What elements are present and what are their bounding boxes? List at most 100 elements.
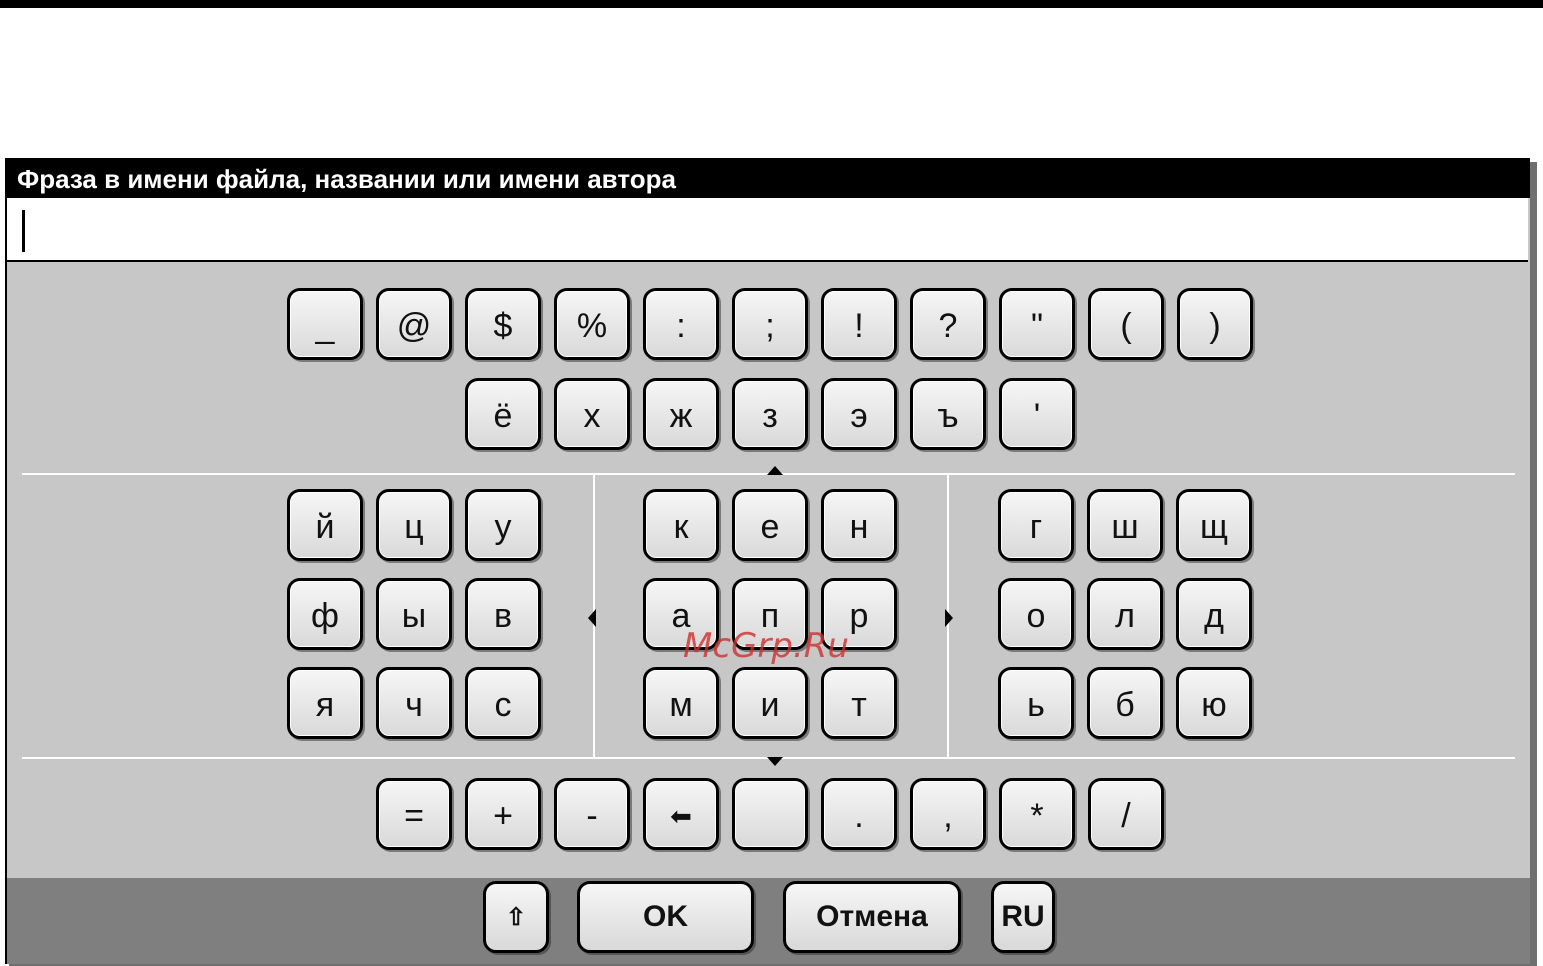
key-label: @ (396, 307, 432, 345)
keyboard-key[interactable]: ё (465, 378, 541, 450)
keyboard-key[interactable]: _ (287, 288, 363, 360)
key-label: + (493, 797, 513, 835)
keyboard-key[interactable]: з (732, 378, 808, 450)
arrow-right-icon (945, 609, 953, 627)
shift-button[interactable]: ⇧ (483, 881, 549, 953)
keyboard-key[interactable]: / (1088, 778, 1164, 850)
key-label: к (673, 508, 689, 546)
key-label: ф (311, 597, 339, 635)
keyboard-key[interactable]: ж (643, 378, 719, 450)
keyboard-key[interactable]: в (465, 578, 541, 650)
keyboard-key[interactable]: ф (287, 578, 363, 650)
key-label: . (854, 797, 864, 835)
keyboard-key[interactable]: г (998, 489, 1074, 561)
key-label: ы (401, 597, 427, 635)
key-label: д (1204, 597, 1224, 635)
top-border (0, 0, 1543, 8)
key-label: о (1026, 597, 1046, 635)
key-label: : (676, 307, 686, 345)
key-label: * (1030, 797, 1044, 835)
keyboard-key[interactable]: ) (1177, 288, 1253, 360)
keyboard-key[interactable]: ч (376, 667, 452, 739)
key-label: ц (404, 508, 424, 546)
keyboard-key[interactable]: ! (821, 288, 897, 360)
keyboard-key[interactable]: $ (465, 288, 541, 360)
keyboard-key[interactable]: л (1087, 578, 1163, 650)
keyboard-key[interactable]: , (910, 778, 986, 850)
key-label: ' (1033, 397, 1041, 435)
ok-button[interactable]: OK (577, 881, 754, 953)
keyboard-key[interactable]: ш (1087, 489, 1163, 561)
keyboard-key[interactable]: м (643, 667, 719, 739)
key-label: с (494, 686, 512, 724)
key-label: " (1030, 307, 1044, 345)
arrow-up-icon (767, 466, 783, 475)
key-label: у (494, 508, 512, 546)
keyboard-key[interactable]: + (465, 778, 541, 850)
keyboard-key[interactable]: @ (376, 288, 452, 360)
key-label: е (760, 508, 780, 546)
key-label: л (1115, 597, 1135, 635)
key-label: ь (1027, 686, 1045, 724)
keyboard-key[interactable]: = (376, 778, 452, 850)
cancel-button[interactable]: Отмена (783, 881, 961, 953)
keyboard-key[interactable]: и (732, 667, 808, 739)
keyboard-key[interactable]: х (554, 378, 630, 450)
key-label: ё (493, 397, 513, 435)
keyboard-key[interactable] (732, 778, 808, 850)
key-label: з (762, 397, 778, 435)
keyboard-key[interactable]: щ (1176, 489, 1252, 561)
key-label: ж (669, 397, 693, 435)
language-button[interactable]: RU (991, 881, 1055, 953)
key-label: ! (854, 307, 864, 345)
dialog-title: Фраза в имени файла, названии или имени … (7, 160, 1530, 198)
keyboard-key[interactable]: ' (999, 378, 1075, 450)
key-label: щ (1200, 508, 1228, 546)
keyboard-key[interactable]: . (821, 778, 897, 850)
keyboard-key[interactable]: т (821, 667, 897, 739)
key-label: ? (938, 307, 958, 345)
key-label: % (576, 307, 608, 345)
key-label: ш (1111, 508, 1139, 546)
watermark: McGrp.Ru (683, 626, 849, 666)
key-label: х (583, 397, 601, 435)
keyboard-key[interactable]: ц (376, 489, 452, 561)
search-input[interactable] (7, 198, 1528, 262)
keyboard-key[interactable]: : (643, 288, 719, 360)
keyboard-key[interactable]: ы (376, 578, 452, 650)
key-label: ( (1120, 307, 1132, 345)
keyboard-key[interactable]: д (1176, 578, 1252, 650)
key-label: и (760, 686, 780, 724)
keyboard-key[interactable]: к (643, 489, 719, 561)
dialog-shadow (1530, 162, 1537, 964)
keyboard-key[interactable]: о (998, 578, 1074, 650)
keyboard-key[interactable]: ? (910, 288, 986, 360)
key-label: р (849, 597, 869, 635)
keyboard-key[interactable]: й (287, 489, 363, 561)
keyboard-key[interactable]: " (999, 288, 1075, 360)
keyboard-key[interactable]: * (999, 778, 1075, 850)
keyboard-key[interactable]: я (287, 667, 363, 739)
key-label: ) (1209, 307, 1221, 345)
keyboard-key[interactable]: ю (1176, 667, 1252, 739)
keyboard-key[interactable]: ; (732, 288, 808, 360)
keyboard-key[interactable]: ь (998, 667, 1074, 739)
key-label: ч (405, 686, 423, 724)
keyboard-key[interactable]: ъ (910, 378, 986, 450)
keyboard-key[interactable]: - (554, 778, 630, 850)
keyboard-key[interactable]: э (821, 378, 897, 450)
search-dialog: Фраза в имени файла, названии или имени … (5, 158, 1530, 964)
keyboard-key[interactable]: ⬅ (643, 778, 719, 850)
key-label: г (1029, 508, 1043, 546)
key-label: й (315, 508, 335, 546)
keyboard-key[interactable]: у (465, 489, 541, 561)
keyboard-key[interactable]: ( (1088, 288, 1164, 360)
keyboard-key[interactable]: е (732, 489, 808, 561)
keyboard-key[interactable]: % (554, 288, 630, 360)
backspace-icon: ⬅ (670, 801, 692, 831)
key-label: ; (765, 307, 775, 345)
key-label: в (493, 597, 513, 635)
keyboard-key[interactable]: б (1087, 667, 1163, 739)
keyboard-key[interactable]: н (821, 489, 897, 561)
keyboard-key[interactable]: с (465, 667, 541, 739)
